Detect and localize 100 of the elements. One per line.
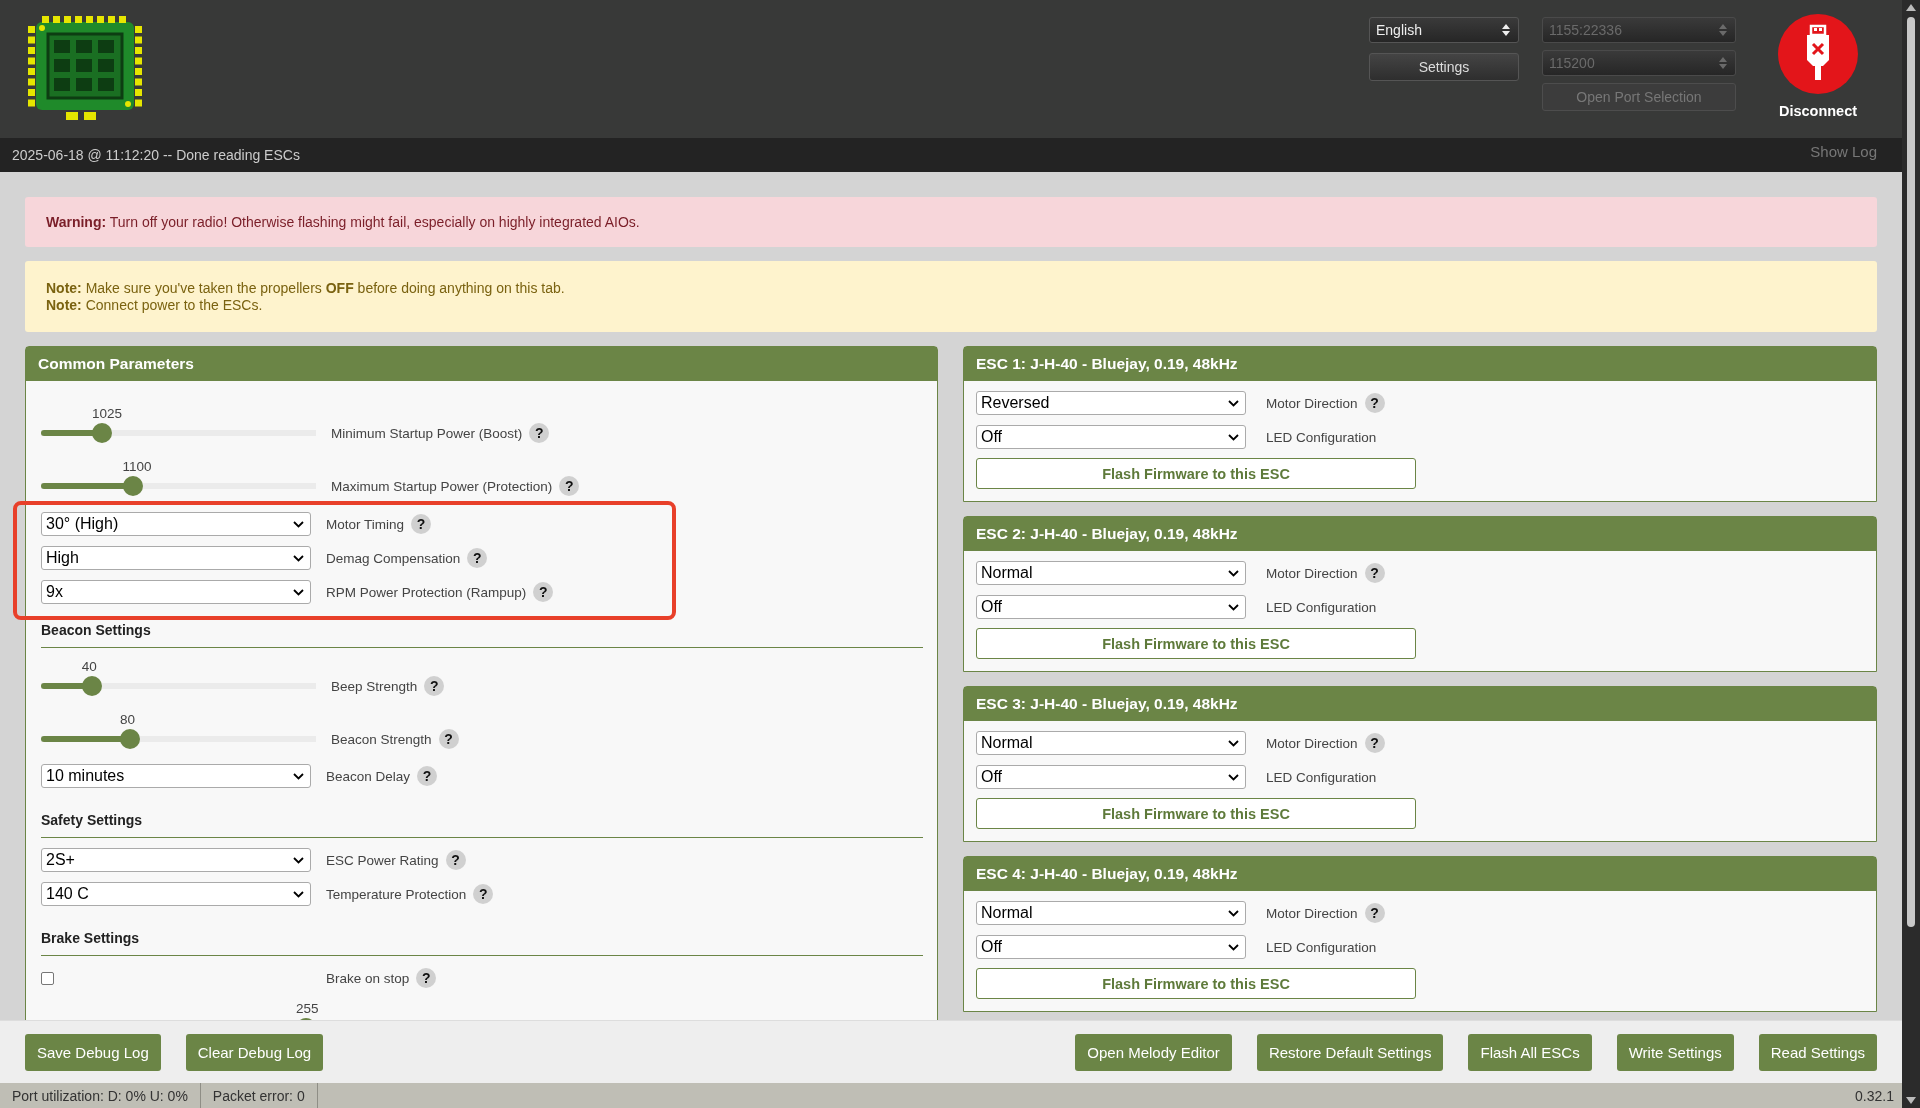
action-button[interactable]: Open Melody Editor: [1075, 1033, 1232, 1071]
flash-firmware-button[interactable]: Flash Firmware to this ESC: [976, 628, 1416, 659]
note-text: Note: Make sure you've taken the propellers OFF before doing anything on this tab.: [46, 279, 566, 297]
chevron-down-icon: [1228, 569, 1239, 577]
help-button[interactable]: ?: [416, 968, 437, 988]
chevron-down-icon: [293, 856, 304, 864]
dropdown[interactable]: 2S+: [41, 848, 311, 872]
port-utilization-text: Port utilization: D: 0% U: 0%: [0, 1083, 201, 1108]
setting-label: Beacon Delay: [326, 768, 411, 784]
panel-title: ESC 2: J-H-40 - Bluejay, 0.19, 48kHz: [964, 517, 1876, 551]
debug-log-button[interactable]: Save Debug Log: [25, 1033, 161, 1071]
chevron-down-icon: [1228, 909, 1239, 917]
slider-thumb[interactable]: [120, 729, 141, 749]
show-log-link[interactable]: Show Log: [1810, 142, 1877, 160]
setting-label: Brake on stop: [326, 970, 410, 986]
panel-title: ESC 4: J-H-40 - Bluejay, 0.19, 48kHz: [964, 857, 1876, 891]
help-button[interactable]: ?: [417, 766, 438, 786]
help-button[interactable]: ?: [411, 514, 432, 534]
up-down-arrows-icon: [1719, 24, 1727, 36]
section-heading: Safety Settings: [41, 798, 923, 838]
usb-plug-icon: [1778, 14, 1858, 94]
chevron-down-icon: [1228, 943, 1239, 951]
slider-thumb[interactable]: [92, 423, 112, 443]
dropdown[interactable]: Normal: [976, 731, 1246, 755]
flash-firmware-button[interactable]: Flash Firmware to this ESC: [976, 458, 1416, 489]
help-button[interactable]: ?: [445, 850, 466, 870]
chevron-down-icon: [1228, 433, 1239, 441]
chevron-down-icon: [293, 890, 304, 898]
up-down-arrows-icon: [1719, 57, 1727, 69]
setting-label: Maximum Startup Power (Protection): [331, 478, 553, 494]
setting-label: LED Configuration: [1266, 429, 1377, 445]
dropdown[interactable]: 9x: [41, 580, 311, 604]
setting-label: RPM Power Protection (Rampup): [326, 584, 527, 600]
settings-button[interactable]: Settings: [1369, 53, 1519, 81]
dropdown[interactable]: 10 minutes: [41, 764, 311, 788]
help-button[interactable]: ?: [1364, 733, 1385, 753]
warning-text: Warning: Turn off your radio! Otherwise flashing might fail, especially on highly integrated AIOs.: [46, 213, 641, 231]
slider-value: 1025: [92, 405, 123, 422]
scrollbar[interactable]: [1902, 0, 1920, 1108]
setting-label: Motor Timing: [326, 516, 405, 532]
setting-label: Demag Compensation: [326, 550, 461, 566]
setting-label: Motor Direction: [1266, 395, 1358, 411]
dropdown[interactable]: Normal: [976, 561, 1246, 585]
dropdown[interactable]: Normal: [976, 901, 1246, 925]
dropdown[interactable]: Off: [976, 595, 1246, 619]
dropdown[interactable]: Off: [976, 935, 1246, 959]
checkbox[interactable]: [41, 971, 54, 985]
slider-value: 255: [296, 1000, 319, 1017]
dropdown[interactable]: Reversed: [976, 391, 1246, 415]
help-button[interactable]: ?: [529, 423, 550, 443]
help-button[interactable]: ?: [1364, 903, 1385, 923]
flash-firmware-button[interactable]: Flash Firmware to this ESC: [976, 968, 1416, 999]
action-button[interactable]: Write Settings: [1616, 1033, 1734, 1071]
dropdown[interactable]: High: [41, 546, 311, 570]
dropdown[interactable]: Off: [976, 765, 1246, 789]
chevron-down-icon: [1228, 603, 1239, 611]
dropdown[interactable]: Off: [976, 425, 1246, 449]
chevron-down-icon: [293, 588, 304, 596]
action-button[interactable]: Restore Default Settings: [1256, 1033, 1444, 1071]
dropdown[interactable]: 140 C: [41, 882, 311, 906]
panel-title: ESC 1: J-H-40 - Bluejay, 0.19, 48kHz: [964, 347, 1876, 381]
scroll-down-arrow-icon[interactable]: [1906, 1097, 1916, 1104]
panel-title: ESC 3: J-H-40 - Bluejay, 0.19, 48kHz: [964, 687, 1876, 721]
scroll-up-arrow-icon[interactable]: [1906, 4, 1916, 11]
slider-value: 40: [81, 658, 97, 675]
slider-value: 80: [120, 711, 136, 728]
slider-thumb[interactable]: [122, 476, 143, 496]
help-button[interactable]: ?: [467, 548, 488, 568]
setting-label: ESC Power Rating: [326, 852, 439, 868]
help-button[interactable]: ?: [559, 476, 580, 496]
section-heading: Beacon Settings: [41, 608, 923, 648]
help-button[interactable]: ?: [533, 582, 554, 602]
chevron-down-icon: [293, 772, 304, 780]
chevron-down-icon: [1228, 739, 1239, 747]
chevron-down-icon: [293, 520, 304, 528]
note-text: Note: Connect power to the ESCs.: [46, 296, 264, 314]
setting-label: Motor Direction: [1266, 735, 1358, 751]
action-button[interactable]: Flash All ESCs: [1468, 1033, 1592, 1071]
disconnect-label[interactable]: Disconnect: [1778, 103, 1858, 119]
help-button[interactable]: ?: [424, 676, 445, 696]
panel-title: Common Parameters: [26, 347, 937, 381]
help-button[interactable]: ?: [473, 884, 494, 904]
help-button[interactable]: ?: [1364, 563, 1385, 583]
help-button[interactable]: ?: [1364, 393, 1385, 413]
setting-label: Beep Strength: [331, 678, 418, 694]
language-dropdown[interactable]: English: [1369, 17, 1519, 43]
slider-thumb[interactable]: [81, 676, 102, 696]
setting-label: LED Configuration: [1266, 939, 1377, 955]
setting-label: LED Configuration: [1266, 599, 1377, 615]
flash-firmware-button[interactable]: Flash Firmware to this ESC: [976, 798, 1416, 829]
up-down-arrows-icon: [1502, 24, 1510, 36]
version-text: 0.32.1: [1854, 1087, 1895, 1104]
debug-log-button[interactable]: Clear Debug Log: [185, 1033, 324, 1071]
dropdown[interactable]: 30° (High): [41, 512, 311, 536]
section-heading: Brake Settings: [41, 916, 923, 956]
help-button[interactable]: ?: [438, 729, 459, 749]
chevron-down-icon: [293, 554, 304, 562]
action-button[interactable]: Read Settings: [1758, 1033, 1877, 1071]
setting-label: Motor Direction: [1266, 565, 1358, 581]
setting-label: LED Configuration: [1266, 769, 1377, 785]
